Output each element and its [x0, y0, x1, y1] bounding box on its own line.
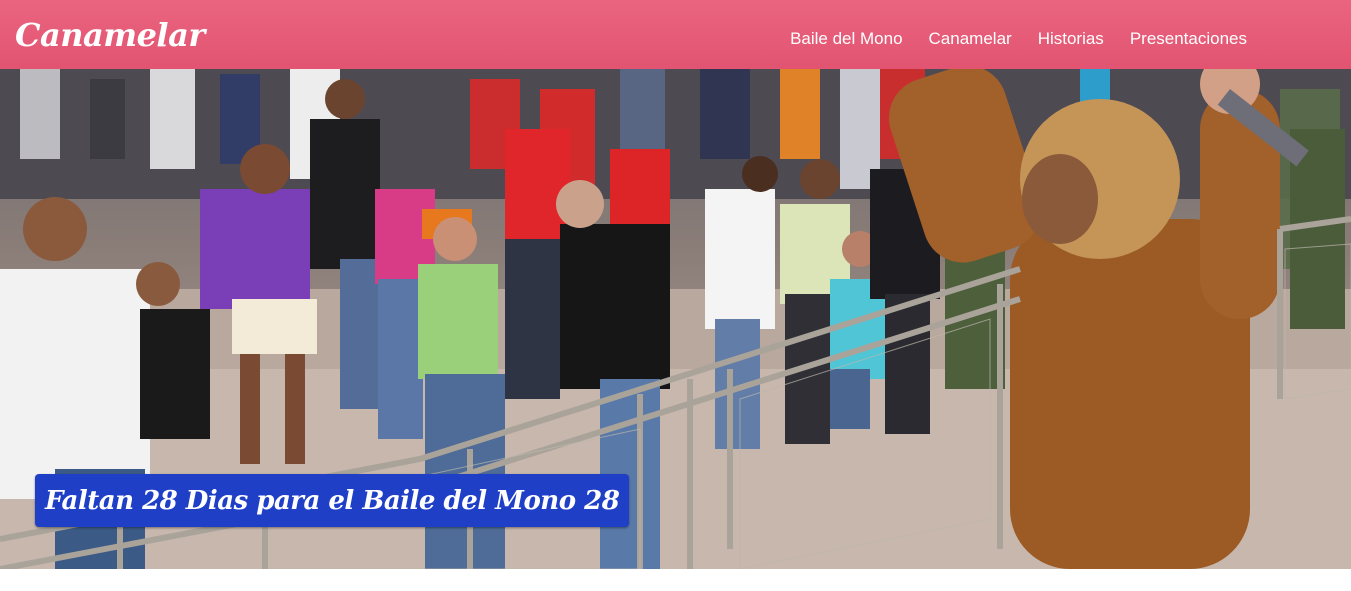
nav-link-baile-del-mono[interactable]: Baile del Mono	[790, 29, 902, 49]
brand-logo[interactable]: Canamelar	[15, 16, 205, 54]
navbar: Canamelar Baile del Mono Canamelar Histo…	[0, 0, 1351, 69]
nav-link-canamelar[interactable]: Canamelar	[929, 29, 1012, 49]
hero-banner: Faltan 28 Dias para el Baile del Mono 28	[0, 69, 1351, 569]
nav-link-presentaciones[interactable]: Presentaciones	[1130, 29, 1247, 49]
main-nav: Baile del Mono Canamelar Historias Prese…	[790, 29, 1247, 49]
nav-link-historias[interactable]: Historias	[1038, 29, 1104, 49]
countdown-banner: Faltan 28 Dias para el Baile del Mono 28	[35, 474, 630, 527]
